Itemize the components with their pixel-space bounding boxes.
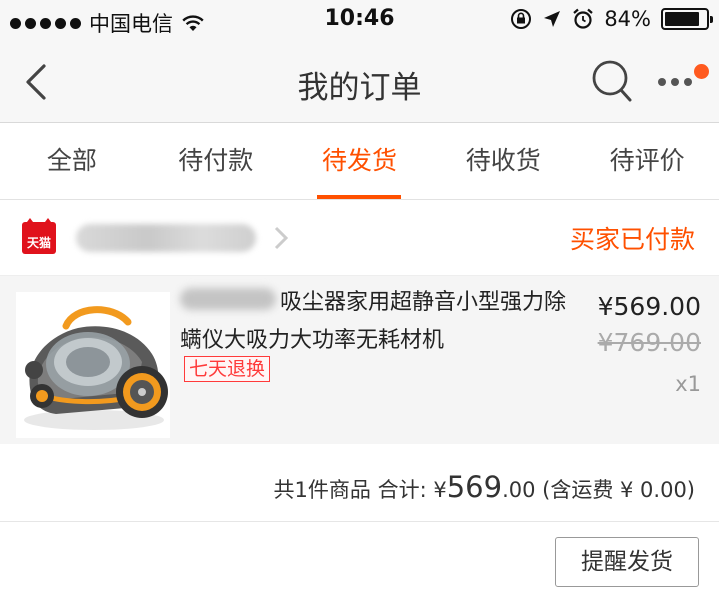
- vacuum-cleaner-image: [24, 306, 168, 430]
- product-item[interactable]: 吸尘器家用超静音小型强力除 螨仪大吸力大功率无耗材机 七天退换 ¥569.00 …: [0, 276, 719, 444]
- alarm-icon: [573, 8, 594, 29]
- remind-shipment-button[interactable]: 提醒发货: [555, 537, 699, 587]
- rotation-lock-icon: [511, 9, 532, 29]
- battery-percent: 84%: [604, 7, 651, 31]
- total-amount-integer: 569: [446, 470, 503, 504]
- order-total: 共1件商品 合计: ¥569.00 (含运费 ¥ 0.00): [274, 470, 695, 504]
- return-policy-badge: 七天退换: [184, 356, 271, 382]
- original-price: ¥769.00: [597, 328, 701, 357]
- chevron-right-icon[interactable]: [268, 222, 292, 254]
- shop-name-blurred[interactable]: [76, 224, 256, 252]
- order-tabs: 全部 待付款 待发货 待收货 待评价: [0, 124, 719, 200]
- product-image[interactable]: [16, 292, 170, 438]
- status-bar-right: 84%: [510, 7, 713, 31]
- total-prefix: 共1件商品 合计: ¥: [273, 478, 447, 502]
- product-price: ¥569.00: [597, 292, 701, 321]
- total-amount-decimal: .00: [502, 478, 536, 502]
- status-bar: 中国电信 10:46 84%: [0, 0, 719, 40]
- product-title-line1: 吸尘器家用超静音小型强力除: [280, 290, 567, 315]
- tab-pending-shipment[interactable]: 待发货: [288, 124, 432, 199]
- nav-bar: 我的订单: [0, 40, 719, 123]
- more-button[interactable]: [652, 62, 712, 102]
- battery-icon: [661, 8, 713, 30]
- product-title-line2: 螨仪大吸力大功率无耗材机: [180, 328, 445, 353]
- search-icon[interactable]: [590, 58, 634, 104]
- shop-header: 天猫 买家已付款: [0, 200, 719, 276]
- order-summary: 共1件商品 合计: ¥569.00 (含运费 ¥ 0.00): [0, 444, 719, 522]
- shipping-fee: (含运费 ¥ 0.00): [535, 478, 695, 502]
- order-status: 买家已付款: [569, 225, 695, 254]
- notification-dot: [694, 64, 709, 79]
- product-title-blurred: [180, 288, 276, 310]
- tmall-logo: 天猫: [22, 218, 56, 254]
- product-quantity: x1: [675, 372, 701, 396]
- order-actions: 提醒发货: [0, 522, 719, 597]
- tab-pending-receipt[interactable]: 待收货: [431, 124, 575, 199]
- tab-pending-review[interactable]: 待评价: [575, 124, 719, 199]
- tab-pending-payment[interactable]: 待付款: [144, 124, 288, 199]
- more-icon: [658, 78, 692, 86]
- location-arrow-icon: [544, 11, 561, 27]
- battery-fill: [665, 12, 699, 26]
- tab-all[interactable]: 全部: [0, 124, 144, 199]
